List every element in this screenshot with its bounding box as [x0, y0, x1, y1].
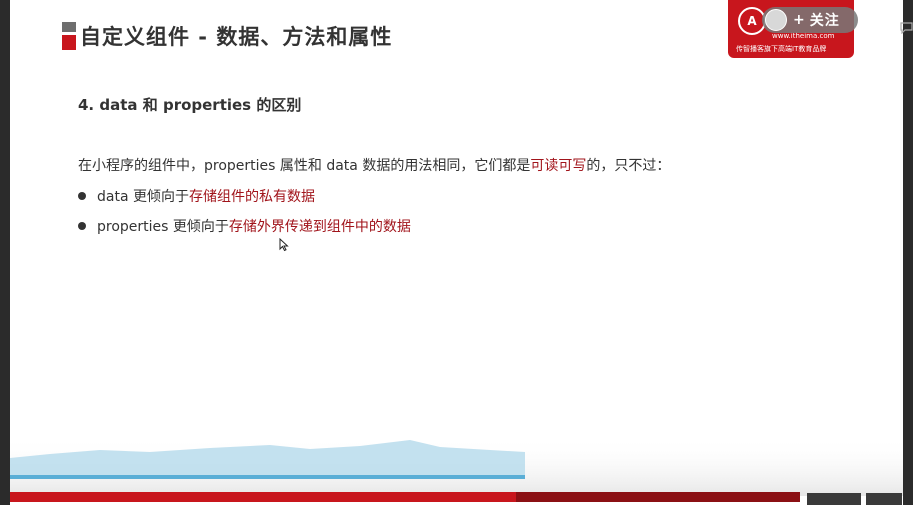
bullet-item-properties: properties 更倾向于存储外界传递到组件中的数据	[78, 216, 411, 236]
bullet-item-data: data 更倾向于存储组件的私有数据	[78, 186, 315, 206]
title-accent	[62, 22, 76, 50]
bullet-dot-icon	[78, 192, 86, 200]
intro-highlight: 可读可写	[530, 158, 587, 174]
logo-url: www.itheima.com	[772, 32, 835, 40]
wave-watermark	[10, 436, 903, 496]
follow-button[interactable]: + 关注	[762, 7, 858, 33]
avatar	[765, 9, 787, 31]
follow-label: 关注	[809, 13, 840, 29]
bullet-dot-icon	[78, 222, 86, 230]
bullet-prefix: properties 更倾向于	[97, 219, 229, 235]
player-control-button[interactable]	[807, 493, 861, 505]
intro-text-after: 的，只不过：	[586, 158, 671, 174]
bullet-prefix: data 更倾向于	[97, 189, 189, 205]
bullet-highlight: 存储外界传递到组件中的数据	[228, 219, 411, 235]
bullet-highlight: 存储组件的私有数据	[188, 189, 315, 205]
video-progress-bar[interactable]	[10, 492, 800, 502]
follow-plus-icon: +	[793, 12, 805, 28]
comment-icon[interactable]	[900, 22, 913, 36]
section-heading: 4. data 和 properties 的区别	[78, 96, 302, 114]
slide-title: 自定义组件 - 数据、方法和属性	[80, 25, 393, 49]
intro-text-before: 在小程序的组件中，properties 属性和 data 数据的用法相同，它们都…	[78, 158, 531, 174]
logo-slogan: 传智播客旗下高端IT教育品牌	[736, 45, 827, 53]
mouse-cursor-icon	[279, 238, 289, 252]
player-settings-button[interactable]	[866, 493, 902, 505]
slide-canvas: 自定义组件 - 数据、方法和属性 4. data 和 properties 的区…	[10, 0, 903, 505]
intro-text: 在小程序的组件中，properties 属性和 data 数据的用法相同，它们都…	[78, 155, 670, 175]
video-progress-fill	[10, 492, 516, 502]
